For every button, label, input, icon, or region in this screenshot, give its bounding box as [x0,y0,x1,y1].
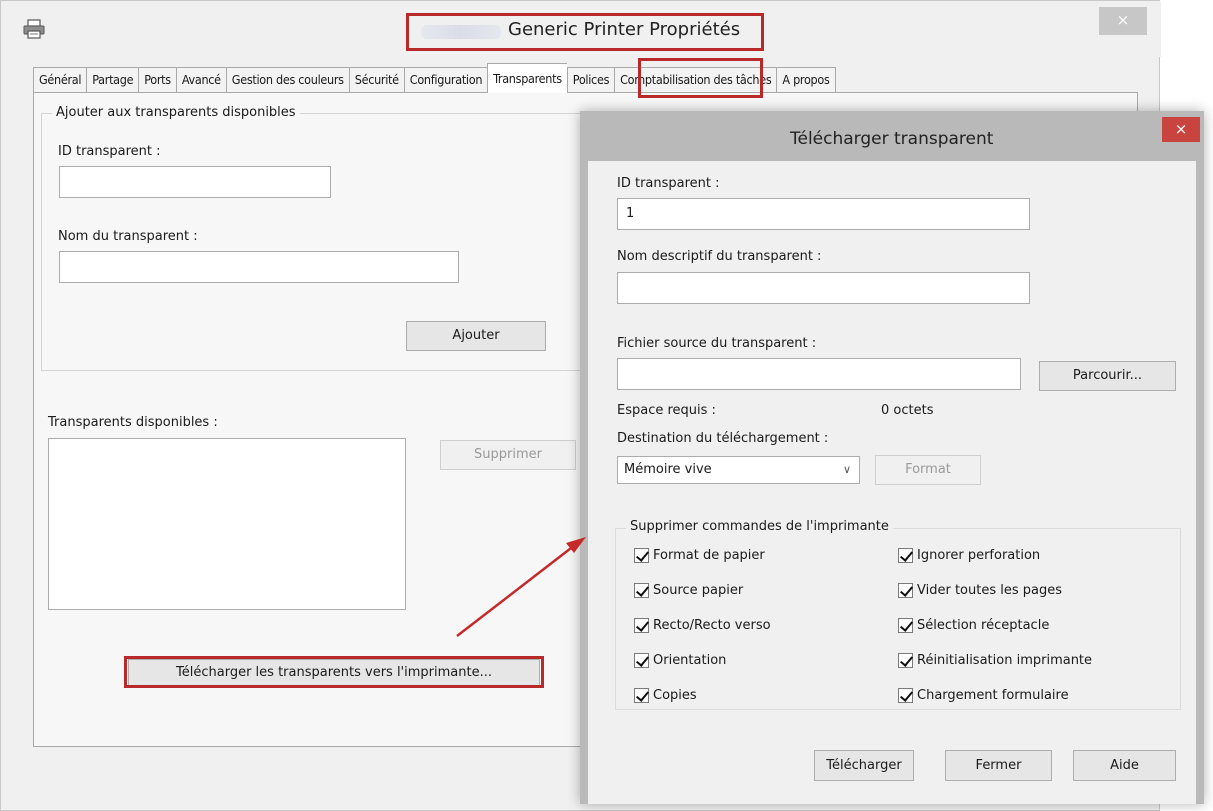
tab-a-propos[interactable]: A propos [776,67,836,93]
checkmark-icon[interactable] [898,688,913,703]
checkbox-left-2[interactable]: Recto/Recto verso [634,618,771,633]
dialog-id-input[interactable]: 1 [617,198,1030,230]
title-bar[interactable]: Generic Printer Propriétés × [1,1,1161,57]
checkbox-label: Recto/Recto verso [653,618,771,633]
checkmark-icon[interactable] [898,653,913,668]
dialog-title: Télécharger transparent [790,129,994,149]
tab-gestion-des-couleurs[interactable]: Gestion des couleurs [225,67,349,93]
dialog-close-icon[interactable]: × [1162,117,1200,142]
dialog-body: ID transparent : 1 Nom descriptif du tra… [588,161,1196,804]
checkbox-left-3[interactable]: Orientation [634,653,726,668]
window-title: Generic Printer Propriétés [508,19,741,40]
tab-transparents[interactable]: Transparents [487,63,567,93]
space-required-label: Espace requis : [617,403,716,418]
checkmark-icon[interactable] [634,548,649,563]
close-button[interactable]: Fermer [945,750,1052,781]
dialog-source-input[interactable] [617,358,1021,390]
checkmark-icon[interactable] [634,688,649,703]
checkbox-label: Copies [653,688,697,703]
download-overlay-dialog: Télécharger transparent × ID transparent… [580,111,1204,804]
checkbox-left-4[interactable]: Copies [634,688,697,703]
space-required-value: 0 octets [881,403,934,418]
suppress-group-title: Supprimer commandes de l'imprimante [626,519,893,534]
add-button[interactable]: Ajouter [406,321,546,351]
format-button[interactable]: Format [875,455,981,485]
checkmark-icon[interactable] [898,583,913,598]
dialog-source-label: Fichier source du transparent : [617,336,817,351]
tab-ports[interactable]: Ports [138,67,176,93]
checkbox-label: Ignorer perforation [917,548,1041,563]
id-transparent-label: ID transparent : [58,144,161,159]
dialog-desc-label: Nom descriptif du transparent : [617,249,822,264]
tab-partage[interactable]: Partage [86,67,139,93]
help-button[interactable]: Aide [1073,750,1176,781]
available-transparents-label: Transparents disponibles : [48,415,218,430]
transparent-name-label: Nom du transparent : [58,229,198,244]
download-destination-select[interactable]: Mémoire vive ∨ [617,456,860,484]
tab-highlight-box [638,58,763,98]
delete-button[interactable]: Supprimer [440,440,576,470]
checkbox-label: Chargement formulaire [917,688,1069,703]
close-icon[interactable]: × [1099,7,1147,35]
download-destination-label: Destination du téléchargement : [617,431,829,446]
add-group-title: Ajouter aux transparents disponibles [52,105,300,120]
tab-configuration[interactable]: Configuration [403,67,488,93]
suppress-commands-group: Supprimer commandes de l'imprimante Form… [615,519,1181,710]
checkbox-right-2[interactable]: Sélection réceptacle [898,618,1049,633]
browse-button[interactable]: Parcourir... [1039,361,1176,391]
checkmark-icon[interactable] [898,618,913,633]
download-highlight-box [124,656,544,688]
add-transparent-group: Ajouter aux transparents disponibles ID … [41,105,581,371]
checkmark-icon[interactable] [634,653,649,668]
checkbox-label: Orientation [653,653,727,668]
checkbox-label: Source papier [653,583,744,598]
download-destination-value: Mémoire vive [624,462,712,477]
checkbox-right-1[interactable]: Vider toutes les pages [898,583,1062,598]
transparent-name-input[interactable] [59,251,459,283]
checkmark-icon[interactable] [898,548,913,563]
checkbox-right-0[interactable]: Ignorer perforation [898,548,1040,563]
printer-icon [23,19,45,39]
tab-avancé[interactable]: Avancé [175,67,226,93]
tab-polices[interactable]: Polices [566,67,615,93]
checkbox-label: Sélection réceptacle [917,618,1050,633]
dialog-desc-input[interactable] [617,272,1030,304]
chevron-down-icon: ∨ [842,463,851,476]
checkbox-right-3[interactable]: Réinitialisation imprimante [898,653,1092,668]
checkmark-icon[interactable] [634,583,649,598]
tab-général[interactable]: Général [33,67,87,93]
checkbox-label: Vider toutes les pages [917,583,1062,598]
checkbox-right-4[interactable]: Chargement formulaire [898,688,1069,703]
redacted-printer-name [421,25,501,39]
checkbox-left-1[interactable]: Source papier [634,583,743,598]
checkbox-left-0[interactable]: Format de papier [634,548,765,563]
checkbox-label: Format de papier [653,548,765,563]
available-transparents-list[interactable] [48,438,406,610]
id-transparent-input[interactable] [59,166,331,198]
checkbox-label: Réinitialisation imprimante [917,653,1093,668]
checkmark-icon[interactable] [634,618,649,633]
tab-sécurité[interactable]: Sécurité [348,67,404,93]
dialog-id-label: ID transparent : [617,176,720,191]
dialog-title-bar[interactable]: Télécharger transparent × [580,111,1204,161]
download-button[interactable]: Télécharger [814,750,914,781]
